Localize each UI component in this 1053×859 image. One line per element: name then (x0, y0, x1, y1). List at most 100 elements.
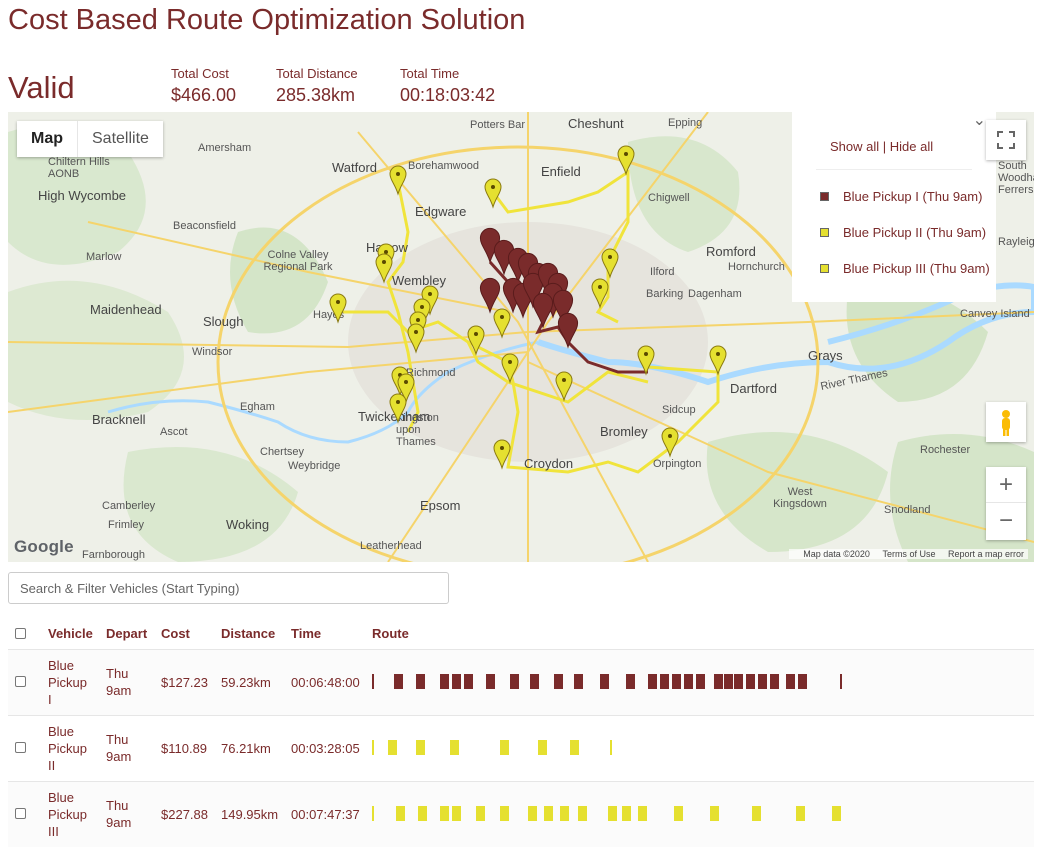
row-checkbox[interactable] (15, 742, 26, 753)
route-stop-block (638, 806, 647, 821)
vehicle-distance: 149.95km (221, 807, 279, 822)
map-pin[interactable] (389, 165, 407, 196)
route-stop-block (554, 674, 563, 689)
route-timeline (372, 674, 842, 689)
map-pin[interactable] (484, 178, 502, 209)
route-stop-block (660, 674, 669, 689)
total-distance-label: Total Distance (276, 66, 358, 81)
show-all-link[interactable]: Show all (830, 139, 879, 154)
vehicle-time: 00:06:48:00 (291, 675, 360, 690)
route-stop-block (416, 740, 425, 755)
pegman-icon (1002, 410, 1010, 436)
fullscreen-icon (997, 131, 1015, 149)
map-pin[interactable] (375, 253, 393, 284)
map-pin[interactable] (479, 277, 501, 314)
depart-time: Thu 9am (106, 666, 132, 698)
map-pin[interactable] (591, 278, 609, 309)
map-pin[interactable] (493, 308, 511, 339)
street-view-pegman[interactable] (986, 402, 1026, 442)
map-type-control: Map Satellite (17, 121, 163, 157)
legend-divider (816, 169, 972, 170)
vehicle-search-input[interactable] (8, 572, 449, 604)
map-pin[interactable] (601, 248, 619, 279)
route-stop-block (440, 806, 449, 821)
route-stop-block (578, 806, 587, 821)
solution-status: Valid (8, 70, 75, 105)
route-stop-block (746, 674, 755, 689)
map-pin[interactable] (329, 293, 347, 324)
chevron-down-icon[interactable]: ⌄ (973, 112, 986, 130)
route-stop-block (528, 806, 537, 821)
map-type-satellite-button[interactable]: Satellite (77, 121, 163, 157)
column-header-depart[interactable]: Depart (106, 626, 147, 641)
total-cost-label: Total Cost (171, 66, 229, 81)
route-stop-block (452, 806, 461, 821)
route-stop-block (372, 674, 374, 689)
map-pin[interactable] (407, 323, 425, 354)
total-distance-stat: Total Distance 285.38km (276, 66, 358, 106)
column-header-distance[interactable]: Distance (221, 626, 275, 641)
legend-swatch (820, 264, 829, 273)
legend-item[interactable]: Blue Pickup I (Thu 9am) (820, 189, 982, 204)
map-pin[interactable] (555, 371, 573, 402)
map-pin[interactable] (709, 345, 727, 376)
map-pin[interactable] (389, 393, 407, 424)
table-row[interactable]: Blue Pickup I Thu 9am $127.23 59.23km 00:06… (8, 649, 1034, 715)
legend-item[interactable]: Blue Pickup II (Thu 9am) (820, 225, 986, 240)
zoom-out-button[interactable]: − (986, 503, 1026, 539)
route-stop-block (734, 674, 743, 689)
row-checkbox[interactable] (15, 676, 26, 687)
column-header-vehicle[interactable]: Vehicle (48, 626, 93, 641)
route-map[interactable]: Watford Borehamwood Enfield Cheshunt Pot… (8, 112, 1034, 562)
fullscreen-button[interactable] (986, 120, 1026, 160)
route-stop-block (832, 806, 841, 821)
legend-item[interactable]: Blue Pickup III (Thu 9am) (820, 261, 990, 276)
map-pin[interactable] (617, 145, 635, 176)
map-type-map-button[interactable]: Map (17, 121, 77, 157)
route-stop-block (840, 674, 842, 689)
route-stop-block (622, 806, 631, 821)
map-pin[interactable] (557, 312, 579, 349)
row-checkbox[interactable] (15, 808, 26, 819)
route-stop-block (796, 806, 805, 821)
map-pin[interactable] (532, 292, 554, 329)
table-row[interactable]: Blue Pickup III Thu 9am $227.88 149.95km 00… (8, 781, 1034, 847)
route-stop-block (530, 674, 539, 689)
table-row[interactable]: Blue Pickup II Thu 9am $110.89 76.21km 00:0… (8, 715, 1034, 781)
route-stop-block (440, 674, 449, 689)
map-data-credit: Map data ©2020 (803, 549, 870, 559)
route-stop-block (674, 806, 683, 821)
map-attribution: Map data ©2020 Terms of Use Report a map… (789, 549, 1028, 559)
legend-item-label: Blue Pickup I (Thu 9am) (843, 189, 983, 204)
google-logo: Google (14, 537, 74, 556)
map-pin[interactable] (493, 439, 511, 470)
select-all-checkbox[interactable] (15, 628, 26, 639)
route-stop-block (500, 806, 509, 821)
vehicle-time: 00:07:47:37 (291, 807, 360, 822)
route-stop-block (608, 806, 617, 821)
zoom-control: + − (986, 467, 1026, 540)
column-header-cost[interactable]: Cost (161, 626, 190, 641)
hide-all-link[interactable]: Hide all (890, 139, 933, 154)
map-pin[interactable] (661, 427, 679, 458)
map-pin[interactable] (467, 325, 485, 356)
route-stop-block (724, 674, 733, 689)
column-header-time[interactable]: Time (291, 626, 321, 641)
route-stop-block (798, 674, 807, 689)
terms-of-use-link[interactable]: Terms of Use (882, 549, 935, 559)
vehicle-cost: $110.89 (161, 741, 208, 756)
map-pin[interactable] (637, 345, 655, 376)
route-stop-block (714, 674, 723, 689)
vehicle-name: Blue Pickup I (48, 658, 88, 707)
total-time-value: 00:18:03:42 (400, 85, 496, 105)
report-map-error-link[interactable]: Report a map error (948, 549, 1024, 559)
zoom-in-button[interactable]: + (986, 467, 1026, 503)
map-pin[interactable] (501, 353, 519, 384)
route-legend: ⌄ Show all | Hide all Blue Pickup I (Thu… (792, 112, 996, 302)
route-stop-block (418, 806, 427, 821)
route-stop-block (610, 740, 612, 755)
legend-link-divider: | (882, 139, 887, 154)
legend-links: Show all | Hide all (830, 139, 933, 154)
column-header-route: Route (372, 626, 409, 641)
vehicle-table: Vehicle Depart Cost Distance Time Route … (8, 619, 1034, 847)
